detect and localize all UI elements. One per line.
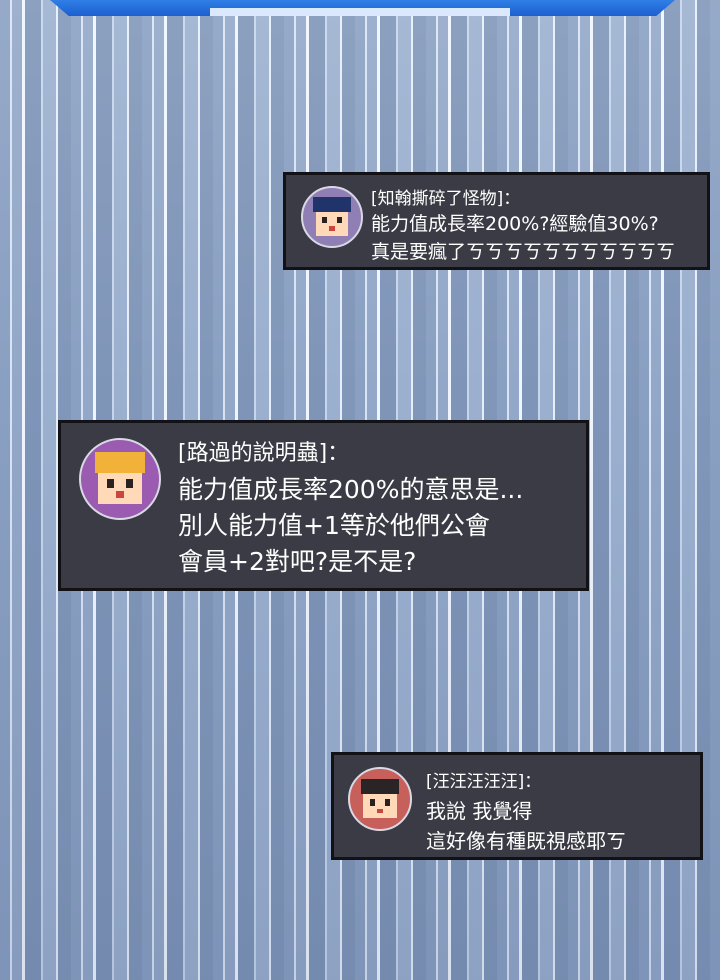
message-line: 我說 我覺得 <box>426 799 533 823</box>
avatar-face <box>315 208 349 236</box>
chat-message-1: [知翰撕碎了怪物]： 能力值成長率200%?經驗值30%? 真是要瘋了ㄎㄎㄎㄎㄎ… <box>283 172 710 270</box>
speaker-name: [知翰撕碎了怪物]： <box>371 189 521 209</box>
speaker-name: [汪汪汪汪汪]： <box>426 772 542 792</box>
message-line: 會員+2對吧?是不是? <box>178 547 417 576</box>
message-line: 這好像有種既視感耶ㄎ <box>426 829 626 853</box>
message-line: 別人能力值+1等於他們公會 <box>178 511 490 540</box>
chat-message-2: [路過的說明蟲]： 能力值成長率200%的意思是... 別人能力值+1等於他們公… <box>58 420 589 591</box>
chat-message-3: [汪汪汪汪汪]： 我說 我覺得 這好像有種既視感耶ㄎ <box>331 752 703 860</box>
avatar-hair <box>360 778 400 795</box>
avatar-icon <box>348 767 412 831</box>
avatar-hair <box>313 197 351 213</box>
avatar-icon <box>79 438 161 520</box>
avatar-icon <box>301 186 363 248</box>
banner-notch <box>210 8 510 16</box>
avatar-hair <box>95 452 145 473</box>
message-line: 能力值成長率200%的意思是... <box>178 475 524 504</box>
avatar-face <box>363 790 397 819</box>
top-banner <box>50 0 675 16</box>
message-line: 真是要瘋了ㄎㄎㄎㄎㄎㄎㄎㄎㄎㄎㄎ <box>371 241 676 263</box>
speaker-name: [路過的說明蟲]： <box>178 441 350 466</box>
avatar-face <box>98 468 142 504</box>
message-line: 能力值成長率200%?經驗值30%? <box>371 213 659 235</box>
